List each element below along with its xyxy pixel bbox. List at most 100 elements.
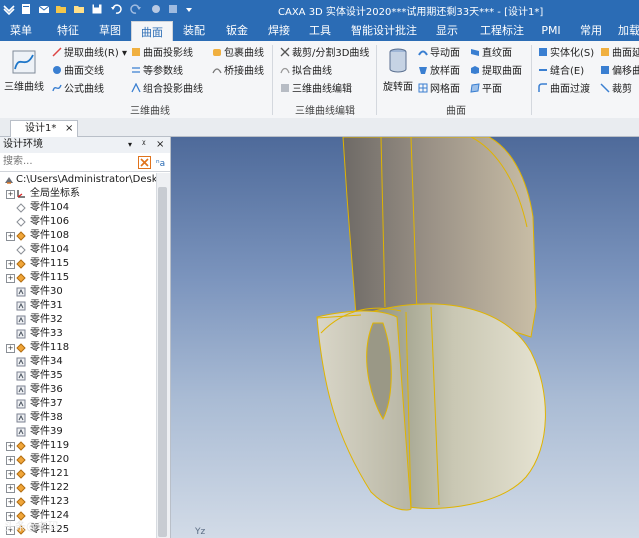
surface-intersection-button[interactable]: 曲面交线 <box>52 65 104 79</box>
tree-item[interactable]: 零件38 <box>0 411 156 425</box>
tree-item[interactable]: + 零件108 <box>0 229 156 243</box>
tree-item[interactable]: + 零件121 <box>0 467 156 481</box>
3d-viewport[interactable]: Yz <box>171 137 639 538</box>
expand-toggle-icon[interactable]: + <box>6 260 15 269</box>
part-icon <box>16 469 26 479</box>
tree-item[interactable]: 零件32 <box>0 313 156 327</box>
settings-icon[interactable] <box>167 3 179 15</box>
revolve-surface-button[interactable]: 旋转面 <box>381 47 415 93</box>
tab-feature[interactable]: 特征 <box>51 20 85 41</box>
render-icon[interactable] <box>150 3 162 15</box>
tab-assembly[interactable]: 装配 <box>176 20 212 41</box>
solidify-button[interactable]: 实体化(S) <box>538 47 594 61</box>
tab-display[interactable]: 显示 <box>430 20 464 41</box>
tree-item[interactable]: + 零件115 <box>0 257 156 271</box>
save-icon[interactable] <box>91 3 103 15</box>
tree-item[interactable]: + 零件118 <box>0 341 156 355</box>
plane-button[interactable]: 平面 <box>470 83 502 97</box>
tab-sketch[interactable]: 草图 <box>94 20 126 41</box>
expand-toggle-icon[interactable]: + <box>6 498 15 507</box>
expand-toggle-icon[interactable]: + <box>6 344 15 353</box>
tree-item[interactable]: 零件106 <box>0 215 156 229</box>
expand-toggle-icon[interactable]: + <box>6 442 15 451</box>
tree-item[interactable]: + 零件115 <box>0 271 156 285</box>
expand-toggle-icon[interactable]: + <box>6 190 15 199</box>
tree-item[interactable]: + 全局坐标系 <box>0 187 156 201</box>
isoparametric-line-button[interactable]: 等参数线 <box>131 65 183 79</box>
expand-toggle-icon[interactable]: + <box>6 456 15 465</box>
curve-edit-icon <box>281 84 289 92</box>
panel-close-icon[interactable]: × <box>156 137 164 153</box>
expand-toggle-icon[interactable]: + <box>6 274 15 283</box>
ruled-surface-button[interactable]: 直纹面 <box>470 47 512 61</box>
wrap-curve-button[interactable]: 包裹曲线 <box>212 47 264 61</box>
document-tab-close-icon[interactable]: × <box>65 121 73 137</box>
tab-common[interactable]: 常用 <box>574 20 608 41</box>
redo-icon[interactable] <box>130 3 142 15</box>
folder-icon[interactable] <box>73 3 85 15</box>
open-icon[interactable] <box>55 3 67 15</box>
3d-curve-edit-button[interactable]: 三维曲线编辑 <box>280 83 352 97</box>
tree-item[interactable]: 零件35 <box>0 369 156 383</box>
expand-toggle-icon[interactable]: + <box>6 470 15 479</box>
clear-filter-icon[interactable] <box>138 156 151 169</box>
trim-split-3d-curve-button[interactable]: 裁剪/分割3D曲线 <box>280 47 369 61</box>
tree-item[interactable]: + 零件120 <box>0 453 156 467</box>
tree-item[interactable]: 零件36 <box>0 383 156 397</box>
sweep-surface-button[interactable]: 导动面 <box>418 47 460 61</box>
formula-curve-button[interactable]: 公式曲线 <box>52 83 104 97</box>
surface-fillet-button[interactable]: 曲面过渡 <box>538 83 590 97</box>
tree-item[interactable]: 零件37 <box>0 397 156 411</box>
customize-dropdown-icon[interactable] <box>183 3 195 15</box>
mesh-surface-button[interactable]: 网格面 <box>418 83 460 97</box>
tree-item[interactable]: + 零件119 <box>0 439 156 453</box>
part-icon <box>16 483 26 493</box>
tab-smart-annotation[interactable]: 智能设计批注 <box>343 20 425 41</box>
ribbon: 三维曲线 提取曲线(R) ▾ 曲面交线 公式曲线 曲面投影线 等参数线 组合投影… <box>0 41 639 119</box>
tab-load[interactable]: 加载 <box>612 20 639 41</box>
tree-search-input[interactable] <box>1 155 135 168</box>
tree-item[interactable]: 零件104 <box>0 243 156 257</box>
undo-icon[interactable] <box>110 3 122 15</box>
combined-projection-curve-button[interactable]: 组合投影曲线 <box>131 83 203 97</box>
tree-item[interactable]: + 零件123 <box>0 495 156 509</box>
stitch-button[interactable]: 缝合(E) <box>538 65 584 79</box>
tab-surface[interactable]: 曲面 <box>131 21 173 42</box>
tab-sheet-metal[interactable]: 钣金 <box>220 20 254 41</box>
tree-item[interactable]: 零件33 <box>0 327 156 341</box>
tree-item[interactable]: 零件34 <box>0 355 156 369</box>
bridge-curve-button[interactable]: 桥接曲线 <box>212 65 264 79</box>
3d-curve-button[interactable]: 三维曲线 <box>2 49 46 93</box>
tab-pmi[interactable]: PMI <box>536 20 566 41</box>
tab-menu[interactable]: 菜单 <box>6 20 36 41</box>
extract-curve-button[interactable]: 提取曲线(R) ▾ <box>52 47 127 61</box>
surface-extend-button[interactable]: 曲面延 <box>600 47 639 61</box>
tab-tools[interactable]: 工具 <box>303 20 337 41</box>
loft-surface-button[interactable]: 放样面 <box>418 65 460 79</box>
app-logo-icon[interactable] <box>3 3 15 15</box>
trim-button[interactable]: 裁剪 <box>600 83 632 97</box>
tree-item[interactable]: 零件39 <box>0 425 156 439</box>
pin-icon[interactable]: ᵡ <box>142 137 146 153</box>
panel-menu-icon[interactable]: ▾ <box>128 137 132 153</box>
tree-scrollbar-thumb[interactable] <box>158 187 167 537</box>
filter-options-icon[interactable]: ⁿa <box>155 156 168 169</box>
tab-welding[interactable]: 焊接 <box>262 20 296 41</box>
mesh-surface-label: 网格面 <box>430 84 460 95</box>
offset-surface-button[interactable]: 偏移曲 <box>600 65 639 79</box>
tab-engineering-annotation[interactable]: 工程标注 <box>473 20 531 41</box>
expand-toggle-icon[interactable]: + <box>6 484 15 493</box>
document-tab[interactable]: 设计1* × <box>10 120 78 137</box>
surface-projection-line-button[interactable]: 曲面投影线 <box>131 47 193 61</box>
new-file-icon[interactable] <box>20 3 32 15</box>
tree-item[interactable]: 零件30 <box>0 285 156 299</box>
fit-curve-button[interactable]: 拟合曲线 <box>280 65 332 79</box>
tree-item[interactable]: 零件104 <box>0 201 156 215</box>
tree-item[interactable]: + 零件122 <box>0 481 156 495</box>
mail-icon[interactable] <box>38 3 50 15</box>
tree-item[interactable]: 零件31 <box>0 299 156 313</box>
model-body[interactable] <box>316 137 546 511</box>
expand-toggle-icon[interactable]: + <box>6 232 15 241</box>
tree-root-item[interactable]: C:\Users\Administrator\Deskto <box>0 173 156 187</box>
extract-surface-button[interactable]: 提取曲面 <box>470 65 522 79</box>
